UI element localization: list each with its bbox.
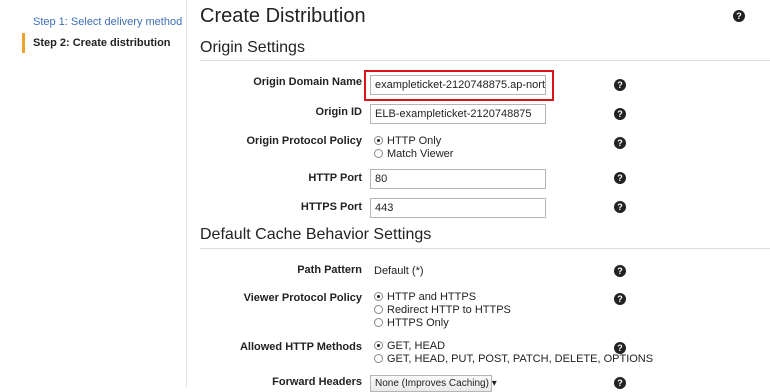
help-icon[interactable]: ?	[614, 79, 626, 91]
page-title: Create Distribution	[200, 5, 366, 27]
help-icon[interactable]: ?	[614, 377, 626, 389]
section-divider	[200, 60, 770, 61]
viewer-protocol-policy-label: Viewer Protocol Policy	[243, 292, 362, 304]
cache-behavior-heading: Default Cache Behavior Settings	[200, 226, 432, 243]
forward-headers-dropdown[interactable]: None (Improves Caching) ▾	[370, 375, 497, 392]
radio-all-methods[interactable]: GET, HEAD, PUT, POST, PATCH, DELETE, OPT…	[374, 353, 653, 365]
step-2-current: Step 2: Create distribution	[33, 37, 171, 49]
help-icon[interactable]: ?	[614, 342, 626, 354]
origin-settings-heading: Origin Settings	[200, 39, 305, 56]
path-pattern-value: Default (*)	[374, 265, 424, 277]
radio-button[interactable]	[374, 148, 383, 158]
http-port-input[interactable]: 80	[370, 169, 546, 189]
origin-id-label: Origin ID	[315, 106, 362, 118]
radio-button[interactable]	[374, 353, 383, 363]
path-pattern-label: Path Pattern	[297, 264, 362, 276]
radio-button[interactable]	[374, 317, 383, 327]
radio-button-selected[interactable]	[374, 291, 383, 301]
help-icon[interactable]: ?	[614, 265, 626, 277]
https-port-input[interactable]: 443	[370, 198, 546, 218]
help-icon[interactable]: ?	[614, 172, 626, 184]
highlight-box	[364, 70, 554, 101]
help-icon[interactable]: ?	[614, 137, 626, 149]
origin-protocol-policy-label: Origin Protocol Policy	[246, 135, 362, 147]
help-icon[interactable]: ?	[614, 108, 626, 120]
radio-button-selected[interactable]	[374, 340, 383, 350]
radio-button-selected[interactable]	[374, 135, 383, 145]
radio-match-viewer[interactable]: Match Viewer	[374, 148, 453, 160]
help-icon[interactable]: ?	[614, 201, 626, 213]
http-port-label: HTTP Port	[308, 172, 362, 184]
radio-button[interactable]	[374, 304, 383, 314]
radio-http-and-https[interactable]: HTTP and HTTPS	[374, 291, 476, 303]
https-port-label: HTTPS Port	[300, 201, 362, 213]
origin-id-input[interactable]: ELB-exampleticket-2120748875	[370, 104, 546, 124]
wizard-sidebar: Step 1: Select delivery method Step 2: C…	[0, 0, 187, 388]
step-1-link[interactable]: Step 1: Select delivery method	[33, 16, 182, 28]
radio-redirect-http-to-https[interactable]: Redirect HTTP to HTTPS	[374, 304, 511, 316]
allowed-http-methods-label: Allowed HTTP Methods	[239, 341, 362, 353]
section-divider	[200, 248, 770, 249]
help-icon[interactable]: ?	[733, 10, 745, 22]
help-icon[interactable]: ?	[614, 293, 626, 305]
origin-domain-name-label: Origin Domain Name	[253, 76, 362, 88]
current-step-marker	[22, 33, 25, 53]
forward-headers-label: Forward Headers	[272, 376, 362, 388]
radio-get-head[interactable]: GET, HEAD	[374, 340, 445, 352]
radio-http-only[interactable]: HTTP Only	[374, 135, 441, 147]
radio-https-only[interactable]: HTTPS Only	[374, 317, 449, 329]
